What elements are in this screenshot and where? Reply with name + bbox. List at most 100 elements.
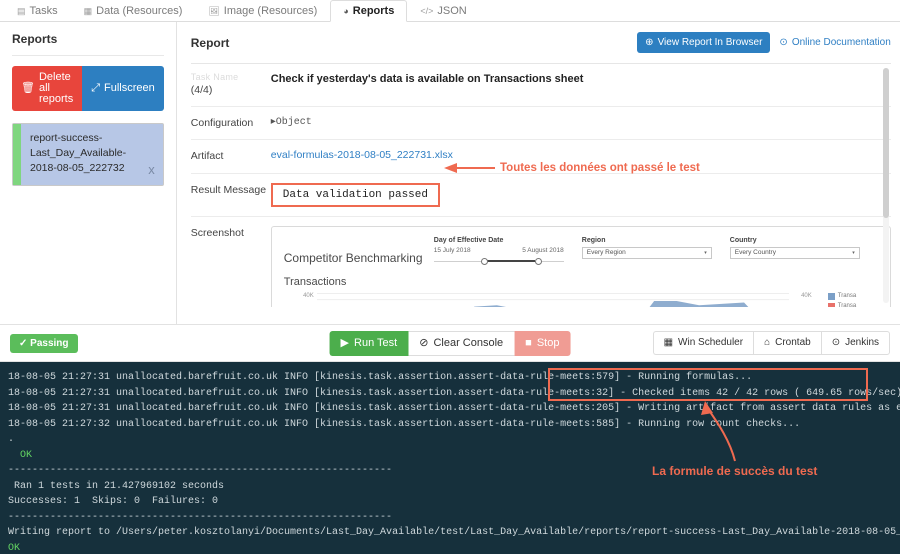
date-end-label: 5 August 2018 <box>522 246 564 254</box>
console-line: 18-08-05 21:27:31 unallocated.barefruit.… <box>8 403 900 414</box>
console-line: . <box>8 434 15 445</box>
slider-handle-right[interactable] <box>535 257 543 265</box>
country-select[interactable]: Every Country ▾ <box>729 246 860 259</box>
area-series <box>473 300 749 307</box>
region-value: Every Region <box>586 249 626 257</box>
slider-fill <box>483 260 536 263</box>
play-icon: ▶ <box>340 336 350 349</box>
row-label: Artifact <box>190 150 224 163</box>
run-test-button[interactable]: ▶ Run Test <box>329 330 409 356</box>
console-line: 18-08-05 21:27:32 unallocated.barefruit.… <box>8 418 801 430</box>
detail-row-result-message: Result Message Data validation passed <box>190 174 891 217</box>
console-line: Ran 1 tests in 21.427969102 seconds <box>8 480 225 492</box>
tab-image-resources[interactable]: 🖼 Image (Resources) <box>195 0 330 21</box>
slider-handle-left[interactable] <box>480 257 488 265</box>
console-line: ----------------------------------------… <box>8 511 393 523</box>
win-scheduler-button[interactable]: ▦ Win Scheduler <box>652 331 754 355</box>
console-output[interactable]: 18-08-05 21:27:31 unallocated.barefruit.… <box>0 362 900 554</box>
integration-buttons: ▦ Win Scheduler ⌂ Crontab ⊙ Jenkins <box>652 331 890 355</box>
online-documentation-link[interactable]: ⊙ Online Documentation <box>779 37 890 48</box>
list-icon: ▤ <box>17 5 26 16</box>
region-select[interactable]: Every Region ▾ <box>581 246 712 259</box>
stop-icon: ■ <box>525 336 532 349</box>
button-label: View Report In Browser <box>657 37 763 48</box>
tab-data-resources[interactable]: ▦ Data (Resources) <box>71 0 196 21</box>
detail-scrollbar-thumb[interactable] <box>882 68 889 218</box>
button-label: Fullscreen <box>104 82 155 94</box>
filter-label: Day of Effective Date <box>433 236 504 244</box>
legend-label: Transa <box>837 293 857 300</box>
close-icon[interactable]: x <box>140 124 163 185</box>
clear-console-button[interactable]: ⊘ Clear Console <box>408 330 515 356</box>
dashboard-title: Competitor Benchmarking <box>283 250 423 265</box>
legend-item[interactable]: Transa <box>827 302 878 307</box>
report-list-item[interactable]: report-success-Last_Day_Available-2018-0… <box>12 123 164 186</box>
console-line: Writing report to /Users/peter.kosztolan… <box>8 527 900 538</box>
reports-sidebar: Reports 🗑 Delete all reports ⤢ Fullscree… <box>0 22 177 324</box>
row-label: Result Message <box>190 183 267 196</box>
link-label: Online Documentation <box>791 37 891 48</box>
tab-label: Reports <box>352 5 395 17</box>
configuration-value[interactable]: ▸Object <box>271 116 891 130</box>
result-message-value: Data validation passed <box>270 182 440 207</box>
sidebar-title: Reports <box>12 32 58 46</box>
date-range-slider[interactable] <box>433 257 564 267</box>
button-label: Delete all reports <box>38 71 74 105</box>
legend-swatch <box>827 292 835 300</box>
expand-icon: ⤢ <box>91 82 101 94</box>
stop-button[interactable]: ■ Stop <box>514 330 571 356</box>
button-label: Run Test <box>354 336 398 349</box>
report-detail-rows: Task Name (4/4) Check if yesterday's dat… <box>190 64 891 307</box>
crontab-button[interactable]: ⌂ Crontab <box>753 331 821 355</box>
main-area: Reports 🗑 Delete all reports ⤢ Fullscree… <box>0 22 900 324</box>
console-line: Successes: 1 Skips: 0 Failures: 0 <box>8 496 219 507</box>
task-name-label: Task Name <box>190 72 239 82</box>
tab-json[interactable]: </> JSON <box>407 0 479 21</box>
clock-icon: ⊙ <box>831 337 841 348</box>
code-icon: </> <box>420 6 434 16</box>
page-title: Report <box>190 35 230 50</box>
detail-row-screenshot: Screenshot Competitor Benchmarking Day o… <box>191 217 891 307</box>
legend-item[interactable]: Transa <box>827 292 878 300</box>
view-report-in-browser-button[interactable]: ⊕ View Report In Browser <box>637 32 771 53</box>
task-name-value: Check if yesterday's data is available o… <box>270 73 584 85</box>
report-detail-panel: Task Name (4/4) Check if yesterday's dat… <box>190 63 891 307</box>
status-badge: ✓ Passing <box>10 333 78 353</box>
artifact-link[interactable]: eval-formulas-2018-08-05_222731.xlsx <box>271 149 453 161</box>
chart-legend: Transa Transa <box>822 292 878 307</box>
windows-icon: ▦ <box>663 337 674 348</box>
test-controls: ▶ Run Test ⊘ Clear Console ■ Stop <box>329 330 571 356</box>
button-label: Clear Console <box>433 336 504 349</box>
row-label: Task Name (4/4) <box>191 73 271 97</box>
report-header: Report ⊕ View Report In Browser ⊙ Online… <box>191 32 891 53</box>
annotation-console-note: La formule de succès du test <box>652 464 818 478</box>
y-axis-right: 40K 30K 20K <box>789 293 815 307</box>
help-icon: ⊙ <box>779 37 788 48</box>
image-icon: 🖼 <box>208 5 220 16</box>
transactions-chart: nsactions 40K 30K 20K 40 <box>284 292 878 307</box>
region-filter[interactable]: Region Every Region ▾ <box>581 236 712 259</box>
console-highlight-box <box>548 368 868 401</box>
tab-label: Image (Resources) <box>223 5 318 17</box>
jenkins-button[interactable]: ⊙ Jenkins <box>820 331 890 355</box>
screenshot-preview[interactable]: Competitor Benchmarking Day of Effective… <box>270 225 891 307</box>
delete-all-reports-button[interactable]: 🗑 Delete all reports <box>12 66 83 111</box>
country-filter[interactable]: Country Every Country ▾ <box>729 237 860 259</box>
main-tab-bar: ▤ Tasks ▦ Data (Resources) 🖼 Image (Reso… <box>0 0 900 22</box>
console-line: OK <box>8 542 21 554</box>
detail-row-task-name: Task Name (4/4) Check if yesterday's dat… <box>190 64 891 108</box>
chart-section-title: Transactions <box>283 275 347 288</box>
tab-reports[interactable]: ◕ Reports <box>330 0 408 22</box>
fullscreen-button[interactable]: ⤢ Fullscreen <box>82 66 164 111</box>
filter-label: Region <box>581 236 606 244</box>
date-range-filter[interactable]: Day of Effective Date 15 July 2018 5 Aug… <box>433 236 564 267</box>
chevron-down-icon: ▾ <box>852 249 855 256</box>
legend-swatch <box>827 302 835 307</box>
date-start-label: 15 July 2018 <box>433 246 471 254</box>
y-tick: 40K <box>303 292 314 299</box>
detail-row-configuration: Configuration ▸Object <box>190 107 891 141</box>
country-value: Every Country <box>734 249 776 257</box>
button-label: Stop <box>536 336 560 349</box>
divider <box>12 55 164 56</box>
tab-tasks[interactable]: ▤ Tasks <box>4 0 71 21</box>
